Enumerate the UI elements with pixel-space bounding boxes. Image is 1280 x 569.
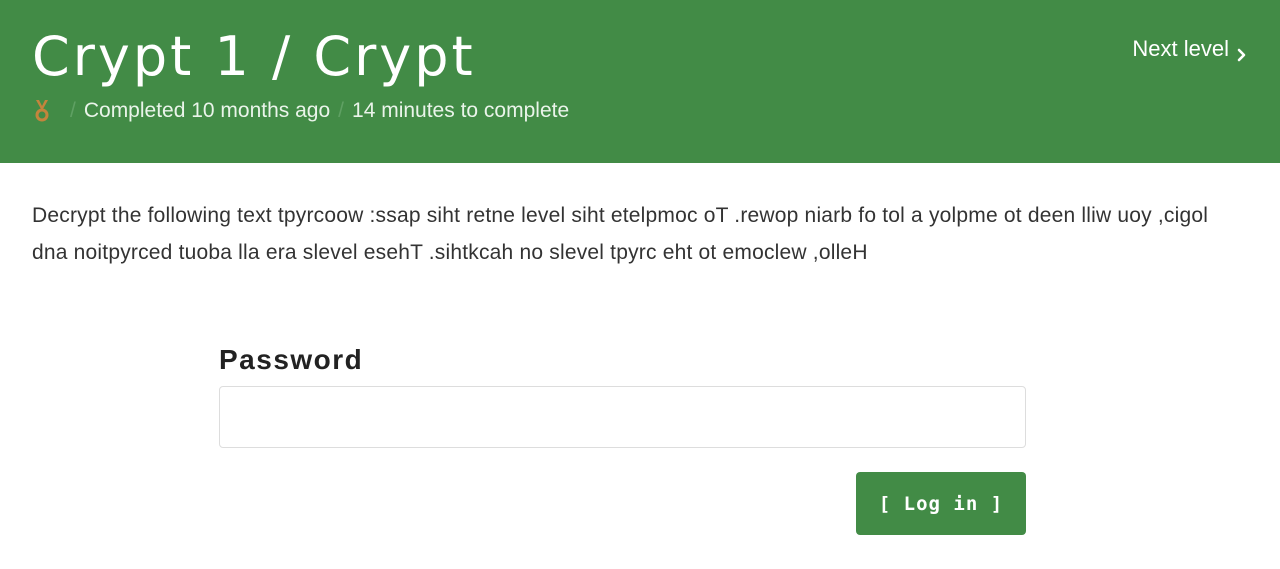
level-header: Crypt 1 / Crypt / Completed 10 months ag… (0, 0, 1280, 163)
next-level-link[interactable]: Next level (1132, 36, 1248, 62)
level-description: Decrypt the following text tpyrcoow :ssa… (32, 204, 1209, 264)
login-button[interactable]: [ Log in ] (856, 472, 1026, 535)
page-title: Crypt 1 / Crypt (32, 25, 476, 88)
level-meta: / Completed 10 months ago / 14 minutes t… (32, 97, 569, 125)
next-level-label: Next level (1132, 36, 1229, 61)
password-input[interactable] (219, 386, 1026, 448)
completion-duration: 14 minutes to complete (352, 99, 570, 122)
login-form: Password [ Log in ] (219, 340, 1026, 535)
medal-icon (32, 99, 52, 123)
chevron-right-icon (1236, 42, 1248, 62)
meta-separator: / (70, 99, 76, 122)
meta-separator: / (338, 99, 345, 122)
password-label: Password (219, 344, 364, 375)
completion-status: Completed 10 months ago (83, 99, 331, 122)
